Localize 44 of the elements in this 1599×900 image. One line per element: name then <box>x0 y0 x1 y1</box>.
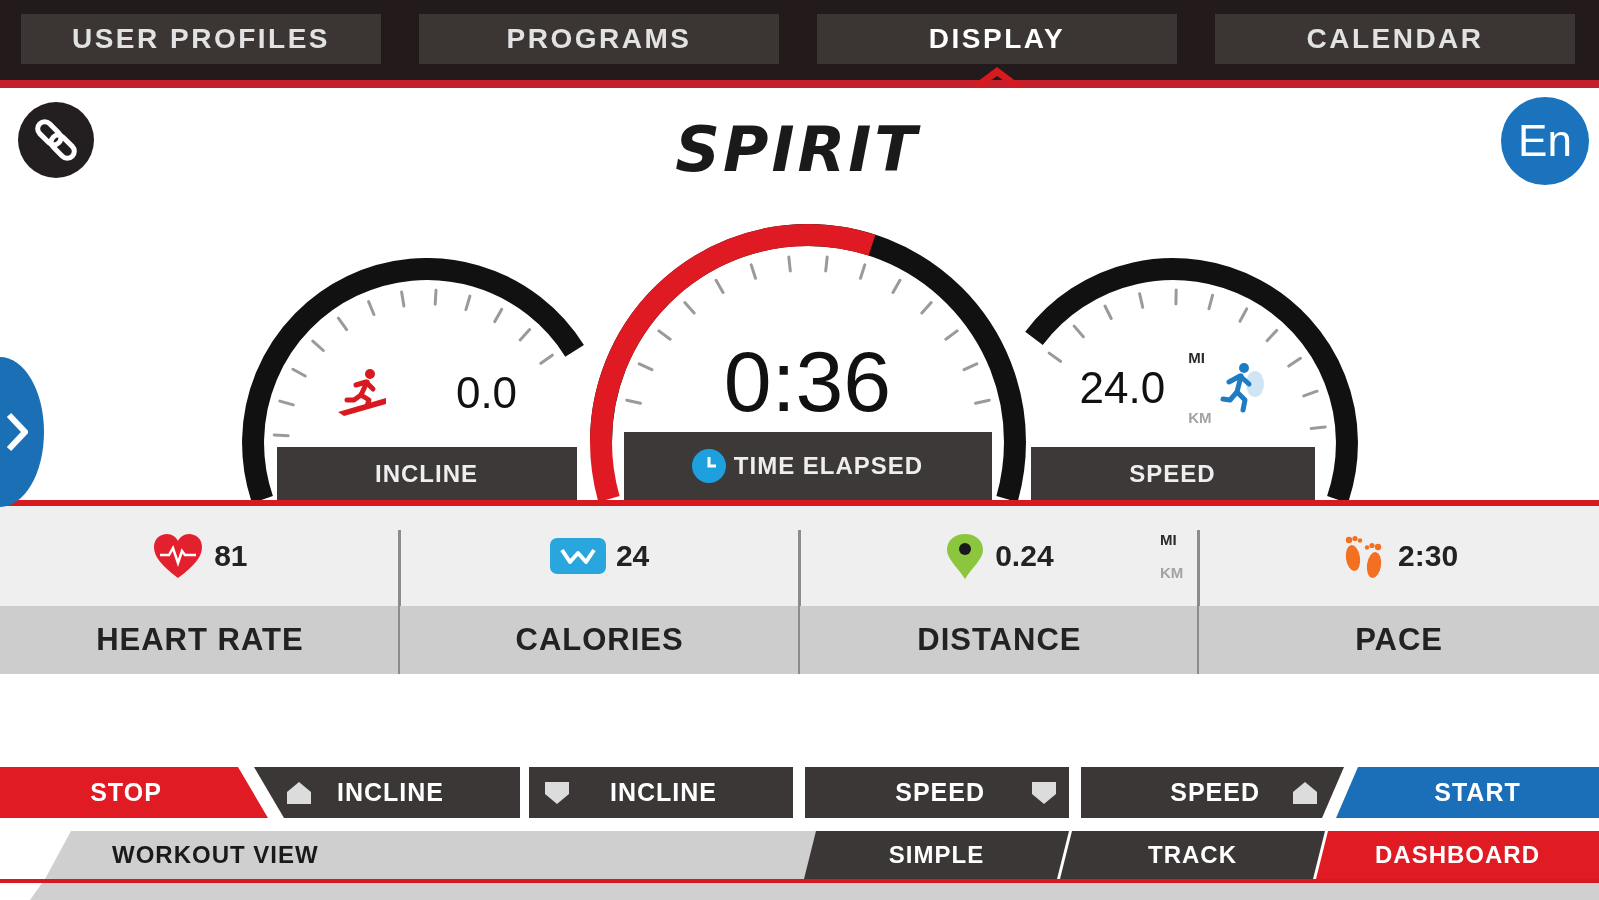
runner-icon <box>1219 361 1266 414</box>
arrow-down-icon <box>544 780 570 805</box>
gauge-value: 24.0 <box>1079 365 1166 410</box>
stat-value: 81 <box>214 539 248 573</box>
view-option[interactable]: TRACK <box>1060 831 1325 879</box>
arrow-up-icon <box>286 780 312 805</box>
heart-pulse-icon <box>152 532 205 580</box>
gauge-label: INCLINE <box>375 459 478 488</box>
unit-toggle[interactable]: MI <box>1188 350 1212 365</box>
view-option[interactable]: SIMPLE <box>804 831 1069 879</box>
chevron-right-icon <box>6 412 28 452</box>
gauge-label: TIME ELAPSED <box>733 452 924 480</box>
brand-logo: SPIRIT <box>675 119 920 181</box>
unit-toggle[interactable]: MI <box>1159 532 1184 547</box>
nav-tab[interactable]: CALENDAR <box>1215 14 1575 64</box>
gauge-value: 0:36 <box>723 338 892 424</box>
zigzag-tile-icon <box>549 538 606 574</box>
stat-value: 24 <box>615 539 650 573</box>
language-button[interactable]: En <box>1501 97 1589 185</box>
stat-label: DISTANCE <box>799 606 1200 674</box>
caret-icon <box>969 66 1025 88</box>
speed-down-button[interactable]: SPEED <box>805 767 1069 818</box>
map-pin-icon <box>945 532 986 580</box>
nav-tab[interactable]: DISPLAY <box>817 14 1177 64</box>
incline-up-button[interactable]: INCLINE <box>254 767 520 818</box>
nav-tab[interactable]: USER PROFILES <box>21 14 381 64</box>
view-option[interactable]: DASHBOARD <box>1316 831 1599 879</box>
gauge-label: SPEED <box>1129 459 1216 488</box>
arrow-down-icon <box>1031 780 1057 805</box>
speed-up-button[interactable]: SPEED <box>1081 767 1344 818</box>
gauge-value: 0.0 <box>455 370 518 415</box>
stat-label: CALORIES <box>399 606 800 674</box>
stop-button[interactable]: STOP <box>0 767 268 818</box>
link-button[interactable] <box>18 102 94 178</box>
stat-value: 2:30 <box>1398 539 1459 573</box>
clock-icon <box>691 449 726 483</box>
stat-value: 0.24 <box>995 539 1054 573</box>
stat-label: HEART RATE <box>0 606 400 674</box>
stat-label: PACE <box>1199 606 1599 674</box>
arrow-up-icon <box>1292 780 1318 805</box>
start-button[interactable]: START <box>1336 767 1599 818</box>
incline-down-button[interactable]: INCLINE <box>529 767 793 818</box>
link-icon <box>18 102 94 178</box>
nav-tab[interactable]: PROGRAMS <box>419 14 779 64</box>
